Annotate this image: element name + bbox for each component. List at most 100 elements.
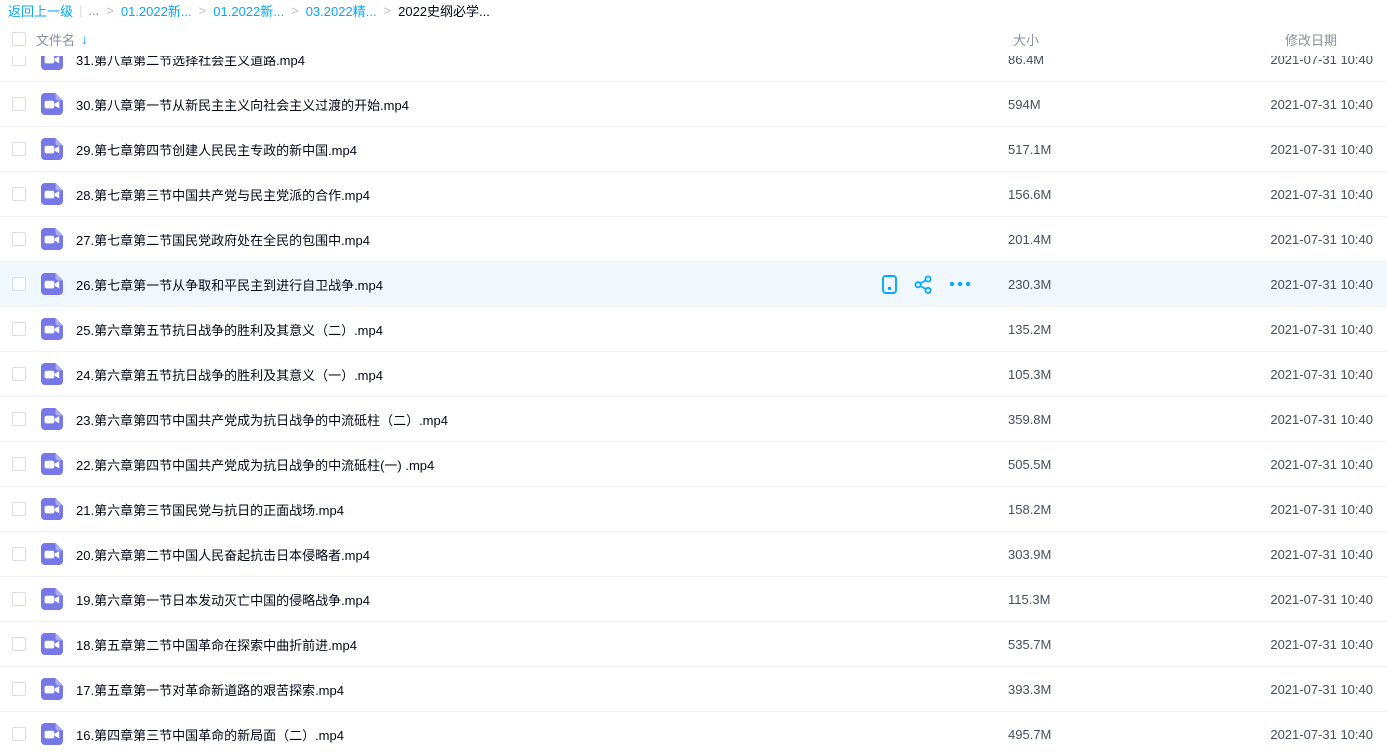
file-row[interactable]: 23.第六章第四节中国共产党成为抗日战争的中流砥柱（二）.mp4 359.8M … — [0, 397, 1387, 442]
column-header-filename[interactable]: 文件名 — [36, 30, 75, 49]
video-file-icon — [40, 632, 64, 656]
breadcrumb-separator: > — [291, 3, 299, 18]
file-row[interactable]: 21.第六章第三节国民党与抗日的正面战场.mp4 158.2M 2021-07-… — [0, 487, 1387, 532]
file-size: 517.1M — [997, 142, 1257, 157]
column-header-modified[interactable]: 修改日期 — [1257, 30, 1387, 49]
video-file-icon — [40, 182, 64, 206]
file-size: 359.8M — [997, 412, 1257, 427]
row-checkbox[interactable] — [12, 637, 26, 651]
file-modified-date: 2021-07-31 10:40 — [1257, 142, 1387, 157]
file-modified-date: 2021-07-31 10:40 — [1257, 727, 1387, 742]
row-checkbox[interactable] — [12, 97, 26, 111]
file-row[interactable]: 18.第五章第二节中国革命在探索中曲折前进.mp4 535.7M 2021-07… — [0, 622, 1387, 667]
file-name[interactable]: 28.第七章第三节中国共产党与民主党派的合作.mp4 — [76, 185, 997, 204]
file-name[interactable]: 16.第四章第三节中国革命的新局面（二）.mp4 — [76, 725, 997, 744]
breadcrumb-ellipsis[interactable]: ... — [88, 3, 99, 18]
video-file-icon — [40, 722, 64, 746]
file-size: 230.3M — [997, 277, 1257, 292]
file-name[interactable]: 19.第六章第一节日本发动灭亡中国的侵略战争.mp4 — [76, 590, 997, 609]
breadcrumb-separator: > — [384, 3, 392, 18]
video-file-icon — [40, 317, 64, 341]
file-name[interactable]: 26.第七章第一节从争取和平民主到进行自卫战争.mp4 — [76, 275, 882, 294]
row-checkbox[interactable] — [12, 682, 26, 696]
file-size: 393.3M — [997, 682, 1257, 697]
video-file-icon — [40, 497, 64, 521]
file-name[interactable]: 20.第六章第二节中国人民奋起抗击日本侵略者.mp4 — [76, 545, 997, 564]
row-checkbox[interactable] — [12, 142, 26, 156]
file-size: 495.7M — [997, 727, 1257, 742]
file-name[interactable]: 25.第六章第五节抗日战争的胜利及其意义（二）.mp4 — [76, 320, 997, 339]
breadcrumb-divider: | — [79, 3, 82, 18]
file-row[interactable]: 17.第五章第一节对革命新道路的艰苦探索.mp4 393.3M 2021-07-… — [0, 667, 1387, 712]
file-modified-date: 2021-07-31 10:40 — [1257, 367, 1387, 382]
file-size: 303.9M — [997, 547, 1257, 562]
video-file-icon — [40, 362, 64, 386]
file-row[interactable]: 20.第六章第二节中国人民奋起抗击日本侵略者.mp4 303.9M 2021-0… — [0, 532, 1387, 577]
file-row[interactable]: 26.第七章第一节从争取和平民主到进行自卫战争.mp4 230.3M 2021-… — [0, 262, 1387, 307]
file-name[interactable]: 27.第七章第二节国民党政府处在全民的包围中.mp4 — [76, 230, 997, 249]
row-checkbox[interactable] — [12, 457, 26, 471]
file-row[interactable]: 28.第七章第三节中国共产党与民主党派的合作.mp4 156.6M 2021-0… — [0, 172, 1387, 217]
file-size: 505.5M — [997, 457, 1257, 472]
file-name[interactable]: 23.第六章第四节中国共产党成为抗日战争的中流砥柱（二）.mp4 — [76, 410, 997, 429]
breadcrumb-link-1[interactable]: 01.2022新... — [121, 1, 192, 20]
file-size: 105.3M — [997, 367, 1257, 382]
row-checkbox[interactable] — [12, 187, 26, 201]
file-name[interactable]: 18.第五章第二节中国革命在探索中曲折前进.mp4 — [76, 635, 997, 654]
breadcrumb: 返回上一级 | ... > 01.2022新... > 01.2022新... … — [0, 0, 1387, 20]
breadcrumb-separator: > — [106, 3, 114, 18]
file-size: 135.2M — [997, 322, 1257, 337]
breadcrumb-separator: > — [199, 3, 207, 18]
file-manager-page: 返回上一级 | ... > 01.2022新... > 01.2022新... … — [0, 0, 1387, 756]
file-name[interactable]: 30.第八章第一节从新民主主义向社会主义过渡的开始.mp4 — [76, 95, 997, 114]
file-modified-date: 2021-07-31 10:40 — [1257, 277, 1387, 292]
file-name[interactable]: 17.第五章第一节对革命新道路的艰苦探索.mp4 — [76, 680, 997, 699]
file-row[interactable]: 22.第六章第四节中国共产党成为抗日战争的中流砥柱(一) .mp4 505.5M… — [0, 442, 1387, 487]
file-row[interactable]: 16.第四章第三节中国革命的新局面（二）.mp4 495.7M 2021-07-… — [0, 712, 1387, 756]
file-size: 594M — [997, 97, 1257, 112]
file-name[interactable]: 21.第六章第三节国民党与抗日的正面战场.mp4 — [76, 500, 997, 519]
file-name[interactable]: 22.第六章第四节中国共产党成为抗日战争的中流砥柱(一) .mp4 — [76, 455, 997, 474]
row-checkbox[interactable] — [12, 232, 26, 246]
file-modified-date: 2021-07-31 10:40 — [1257, 322, 1387, 337]
file-name[interactable]: 29.第七章第四节创建人民民主专政的新中国.mp4 — [76, 140, 997, 159]
file-row[interactable]: 25.第六章第五节抗日战争的胜利及其意义（二）.mp4 135.2M 2021-… — [0, 307, 1387, 352]
row-checkbox[interactable] — [12, 592, 26, 606]
video-file-icon — [40, 452, 64, 476]
file-modified-date: 2021-07-31 10:40 — [1257, 187, 1387, 202]
breadcrumb-link-3[interactable]: 03.2022精... — [306, 1, 377, 20]
row-checkbox[interactable] — [12, 502, 26, 516]
row-checkbox[interactable] — [12, 277, 26, 291]
breadcrumb-back-link[interactable]: 返回上一级 — [8, 1, 73, 20]
file-modified-date: 2021-07-31 10:40 — [1257, 232, 1387, 247]
more-icon[interactable] — [949, 281, 971, 287]
file-modified-date: 2021-07-31 10:40 — [1257, 682, 1387, 697]
file-row[interactable]: 29.第七章第四节创建人民民主专政的新中国.mp4 517.1M 2021-07… — [0, 127, 1387, 172]
row-checkbox[interactable] — [12, 412, 26, 426]
row-checkbox[interactable] — [12, 547, 26, 561]
select-all-checkbox[interactable] — [12, 32, 26, 46]
breadcrumb-link-2[interactable]: 01.2022新... — [213, 1, 284, 20]
video-file-icon — [40, 272, 64, 296]
share-icon[interactable] — [914, 275, 932, 294]
file-modified-date: 2021-07-31 10:40 — [1257, 637, 1387, 652]
row-checkbox[interactable] — [12, 727, 26, 741]
sort-descending-icon[interactable]: ↓ — [81, 31, 88, 47]
row-checkbox[interactable] — [12, 322, 26, 336]
file-size: 201.4M — [997, 232, 1257, 247]
row-hover-actions — [882, 275, 971, 294]
file-row[interactable]: 27.第七章第二节国民党政府处在全民的包围中.mp4 201.4M 2021-0… — [0, 217, 1387, 262]
file-name[interactable]: 24.第六章第五节抗日战争的胜利及其意义（一）.mp4 — [76, 365, 997, 384]
file-row[interactable]: 19.第六章第一节日本发动灭亡中国的侵略战争.mp4 115.3M 2021-0… — [0, 577, 1387, 622]
column-header-size[interactable]: 大小 — [997, 30, 1257, 49]
video-file-icon — [40, 227, 64, 251]
row-checkbox[interactable] — [12, 367, 26, 381]
file-row[interactable]: 30.第八章第一节从新民主主义向社会主义过渡的开始.mp4 594M 2021-… — [0, 82, 1387, 127]
file-modified-date: 2021-07-31 10:40 — [1257, 412, 1387, 427]
file-size: 158.2M — [997, 502, 1257, 517]
list-column-header: 文件名 ↓ 大小 修改日期 — [0, 18, 1387, 56]
video-file-icon — [40, 542, 64, 566]
save-to-phone-icon[interactable] — [882, 275, 897, 294]
file-row[interactable]: 24.第六章第五节抗日战争的胜利及其意义（一）.mp4 105.3M 2021-… — [0, 352, 1387, 397]
file-list: 31.第八章第二节选择社会主义道路.mp4 86.4M 2021-07-31 1… — [0, 37, 1387, 756]
